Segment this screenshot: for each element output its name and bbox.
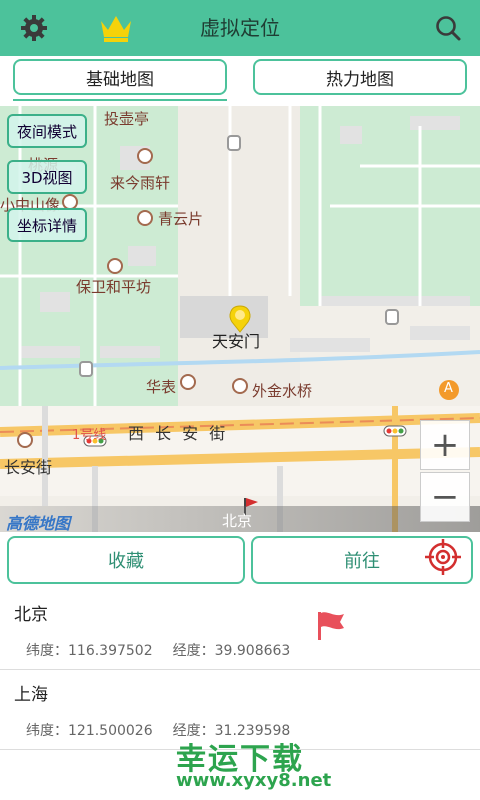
- map-label-xichangan: 西 长 安 街: [128, 424, 229, 443]
- map-label-changan: 长安街: [4, 458, 53, 477]
- map-type-tabs: 基础地图 热力地图: [0, 56, 480, 106]
- lng-value: 121.500026: [68, 723, 153, 739]
- 3d-view-button[interactable]: 3D视图: [7, 160, 87, 194]
- location-name: 北京: [14, 605, 48, 625]
- lat-value: 39.908663: [214, 643, 291, 659]
- app-bar: 虚拟定位: [0, 0, 480, 56]
- tab-heat-map[interactable]: 热力地图: [253, 59, 467, 95]
- map-view[interactable]: 投壶亭 桃源 小中山像 来今雨轩 青云片 保卫和平坊 天安门 华表 外金水桥 1…: [0, 106, 480, 532]
- tab-selected-indicator: [13, 99, 227, 101]
- map-label-waijin: 外金水桥: [252, 382, 313, 400]
- map-label-laijinyu: 来今雨轩: [110, 174, 171, 192]
- map-area-label: 北京: [222, 512, 253, 530]
- list-item[interactable]: 北京 纬度：116.397502 经度：39.908663: [0, 590, 480, 670]
- map-label-qingyunpian: 青云片: [158, 210, 204, 228]
- target-icon[interactable]: [424, 538, 462, 576]
- favorite-button[interactable]: 收藏: [7, 536, 245, 584]
- location-list: 北京 纬度：116.397502 经度：39.908663 上海 纬度：121.5…: [0, 590, 480, 750]
- map-label-tiananmen: 天安门: [212, 332, 261, 351]
- lng-label: 纬度：: [26, 723, 68, 739]
- map-label-line1: 1号线: [72, 428, 107, 443]
- lng-label: 纬度：: [26, 643, 68, 659]
- flag-icon: [316, 610, 346, 646]
- map-label-touhu: 投壶亭: [104, 110, 150, 128]
- lng-value: 116.397502: [68, 643, 153, 659]
- zoom-in-button[interactable]: +: [420, 420, 470, 470]
- zoom-out-button[interactable]: −: [420, 472, 470, 522]
- tab-basic-map[interactable]: 基础地图: [13, 59, 227, 95]
- map-label-baowei: 保卫和平坊: [76, 278, 152, 296]
- location-name: 上海: [14, 685, 48, 705]
- location-coords: 纬度：116.397502 经度：39.908663: [26, 640, 290, 660]
- map-label-huabiao: 华表: [146, 378, 177, 396]
- watermark-url: www.xyxy8.net: [176, 770, 332, 791]
- night-mode-button[interactable]: 夜间模式: [7, 114, 87, 148]
- search-icon[interactable]: [430, 10, 466, 46]
- app-title: 虚拟定位: [200, 16, 280, 40]
- lat-label: 经度：: [172, 643, 215, 659]
- action-bar: 收藏 前往: [0, 532, 480, 588]
- map-metro-a: A: [444, 381, 453, 396]
- amap-logo: 高德地图: [6, 514, 71, 532]
- coord-details-button[interactable]: 坐标详情: [7, 208, 87, 242]
